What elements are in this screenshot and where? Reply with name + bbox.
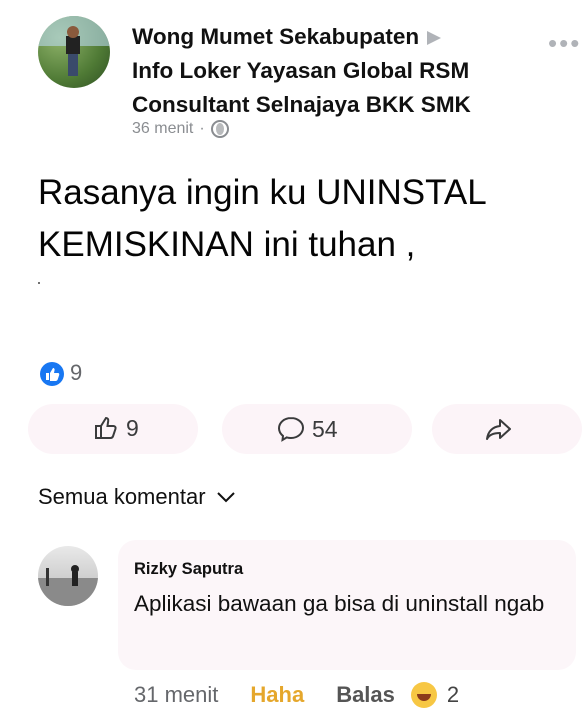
commenter-avatar[interactable]: [38, 546, 98, 606]
post-time[interactable]: 36 menit: [132, 120, 193, 138]
like-button[interactable]: 9: [92, 414, 139, 442]
chevron-down-icon: [216, 492, 235, 503]
thumb-up-icon: [95, 416, 117, 439]
haha-emoji-icon[interactable]: [410, 682, 437, 708]
share-button[interactable]: [484, 414, 514, 444]
author-avatar[interactable]: [38, 16, 110, 88]
like-reaction-icon[interactable]: [40, 362, 64, 386]
comment-button[interactable]: 54: [276, 414, 338, 444]
post-meta: 36 menit ·: [132, 120, 229, 138]
comment-reaction-count[interactable]: 2: [447, 682, 459, 708]
comment-actions: 31 menit Haha Balas 2: [134, 682, 459, 708]
stray-dot: [38, 282, 40, 284]
haha-reaction-button[interactable]: Haha: [250, 682, 304, 708]
author-line-3: Consultant Selnajaya BKK SMK: [132, 92, 471, 117]
author-line-1: Wong Mumet Sekabupaten: [132, 20, 512, 54]
like-count: 9: [126, 414, 139, 441]
comment-time[interactable]: 31 menit: [134, 682, 218, 708]
comment-count: 54: [312, 415, 338, 442]
meta-separator: ·: [199, 120, 205, 137]
reply-button[interactable]: Balas: [336, 682, 395, 708]
globe-icon: [210, 120, 229, 138]
post-text: Rasanya ingin ku UNINSTAL KEMISKINAN ini…: [38, 173, 486, 264]
comment-bubble-icon: [277, 416, 305, 442]
reaction-count[interactable]: 9: [70, 360, 82, 386]
sort-label: Semua komentar: [38, 484, 206, 509]
more-dots-icon[interactable]: •••: [548, 28, 581, 59]
comment-sort-dropdown[interactable]: Semua komentar: [38, 484, 236, 510]
share-arrow-icon: [486, 419, 511, 440]
author-line-2: Info Loker Yayasan Global RSM: [132, 58, 470, 83]
post-author[interactable]: Wong Mumet Sekabupaten Info Loker Yayasa…: [132, 20, 512, 122]
commenter-name[interactable]: Rizky Saputra: [134, 560, 243, 579]
comment-text: Aplikasi bawaan ga bisa di uninstall nga…: [134, 591, 545, 616]
arrow-right-icon: [427, 31, 442, 46]
